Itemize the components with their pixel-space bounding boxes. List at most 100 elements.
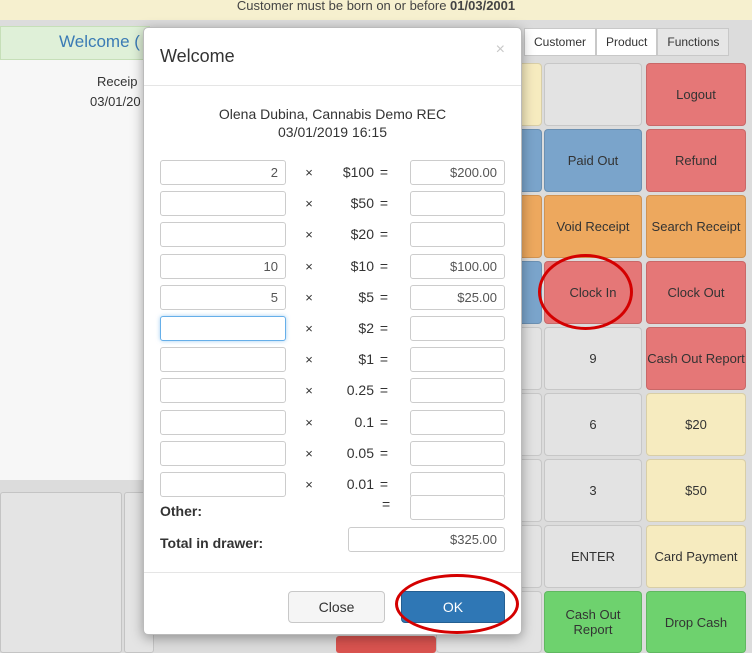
quantity-input[interactable]: 2 <box>160 160 286 185</box>
partial-red-tile[interactable] <box>336 636 436 653</box>
bottom-left-tile[interactable] <box>0 492 122 653</box>
equals-sign: = <box>379 288 389 305</box>
multiply-sign: × <box>305 165 313 180</box>
multiply-sign: × <box>305 414 313 430</box>
cash-50-button[interactable]: $50 <box>646 459 746 522</box>
key-9-button[interactable]: 9 <box>544 327 642 390</box>
receipt-label: Receip <box>97 74 138 89</box>
amount-field[interactable]: $25.00 <box>410 284 505 310</box>
tab-customer[interactable]: Customer <box>524 28 597 56</box>
denomination-row: × 0.25 = <box>144 378 521 404</box>
denomination-row: × $50 = <box>144 191 521 217</box>
multiply-sign: × <box>305 352 313 368</box>
tab-product[interactable]: Product <box>596 28 658 56</box>
denomination-row: × $20 = <box>144 222 521 248</box>
amount-field[interactable] <box>410 222 505 248</box>
age-restriction-banner: Customer must be born on or before 01/03… <box>0 0 752 20</box>
denomination-label: $2 <box>358 320 374 336</box>
close-button[interactable]: Close <box>288 591 385 623</box>
empty-tile[interactable] <box>544 63 642 126</box>
paid-out-button[interactable]: Paid Out <box>544 129 642 192</box>
equals-sign: = <box>379 164 389 180</box>
clock-out-button[interactable]: Clock Out <box>646 261 746 324</box>
annotation-circle-ok <box>395 574 519 634</box>
amount-field[interactable] <box>410 378 505 404</box>
equals-sign: = <box>382 496 391 512</box>
equals-sign: = <box>379 382 389 399</box>
denomination-label: $20 <box>350 226 374 243</box>
drop-cash-button[interactable]: Drop Cash <box>646 591 746 653</box>
modal-datetime: 03/01/2019 16:15 <box>278 124 387 140</box>
denomination-label: $5 <box>358 288 374 305</box>
denomination-row: 10 × $10 = $100.00 <box>144 253 521 279</box>
key-6-button[interactable]: 6 <box>544 393 642 456</box>
other-label: Other: <box>160 503 202 519</box>
cash-out-report-button-2[interactable]: Cash Out Report <box>544 591 642 653</box>
annotation-circle-clock-in <box>538 254 633 330</box>
search-receipt-button[interactable]: Search Receipt <box>646 195 746 258</box>
modal-header: Welcome × <box>144 28 521 86</box>
amount-field[interactable] <box>410 472 505 497</box>
welcome-text: Welcome ( <box>59 32 140 51</box>
denomination-label: $50 <box>350 195 374 212</box>
quantity-input[interactable] <box>160 440 286 466</box>
receipt-panel <box>0 60 150 480</box>
quantity-input[interactable]: 5 <box>160 284 286 310</box>
amount-field[interactable] <box>410 409 505 435</box>
refund-button[interactable]: Refund <box>646 129 746 192</box>
amount-field[interactable]: $100.00 <box>410 253 505 279</box>
amount-field[interactable] <box>410 347 505 373</box>
quantity-input[interactable] <box>160 472 286 497</box>
equals-sign: = <box>379 413 389 430</box>
quantity-input[interactable] <box>160 316 286 341</box>
quantity-input[interactable]: 10 <box>160 253 286 279</box>
denomination-label: $1 <box>358 351 374 368</box>
quantity-input[interactable] <box>160 191 286 217</box>
denomination-label: 0.25 <box>346 382 374 399</box>
denomination-row: 2 × $100 = $200.00 <box>144 160 521 185</box>
amount-field[interactable] <box>410 316 505 341</box>
cash-out-report-button[interactable]: Cash Out Report <box>646 327 746 390</box>
quantity-input[interactable] <box>160 222 286 248</box>
logout-button[interactable]: Logout <box>646 63 746 126</box>
user-store-line: Olena Dubina, Cannabis Demo REC <box>218 106 447 122</box>
quantity-input[interactable] <box>160 347 286 373</box>
multiply-sign: × <box>305 258 313 274</box>
equals-sign: = <box>379 476 389 492</box>
equals-sign: = <box>379 195 389 212</box>
amount-field[interactable]: $200.00 <box>410 160 505 185</box>
tab-functions[interactable]: Functions <box>657 28 730 56</box>
denomination-label: 0.1 <box>354 413 374 430</box>
close-icon[interactable]: × <box>496 41 505 59</box>
quantity-input[interactable] <box>160 378 286 404</box>
banner-text: Customer must be born on or before <box>236 0 451 13</box>
denomination-row: × $2 = <box>144 316 521 341</box>
amount-field[interactable] <box>410 440 505 466</box>
denomination-label: 0.01 <box>346 476 374 492</box>
void-receipt-button[interactable]: Void Receipt <box>544 195 642 258</box>
cash-20-button[interactable]: $20 <box>646 393 746 456</box>
equals-sign: = <box>379 320 389 336</box>
multiply-sign: × <box>305 289 313 305</box>
equals-sign: = <box>379 257 389 274</box>
card-payment-button[interactable]: Card Payment <box>646 525 746 588</box>
amount-field[interactable] <box>410 191 505 217</box>
multiply-sign: × <box>305 445 313 461</box>
denomination-label: 0.05 <box>346 444 374 461</box>
multiply-sign: × <box>305 383 313 399</box>
key-3-button[interactable]: 3 <box>544 459 642 522</box>
other-amount-input[interactable] <box>410 495 505 520</box>
denomination-row: 5 × $5 = $25.00 <box>144 284 521 310</box>
quantity-input[interactable] <box>160 409 286 435</box>
denomination-label: $10 <box>350 257 374 274</box>
equals-sign: = <box>379 226 389 243</box>
equals-sign: = <box>379 351 389 368</box>
receipt-date: 03/01/20 <box>90 94 141 109</box>
enter-button[interactable]: ENTER <box>544 525 642 588</box>
denomination-row: × 0.05 = <box>144 440 521 466</box>
total-label: Total in drawer: <box>160 535 264 551</box>
multiply-sign: × <box>305 477 313 492</box>
welcome-modal: Welcome × Olena Dubina, Cannabis Demo RE… <box>143 27 522 635</box>
equals-sign: = <box>379 444 389 461</box>
total-amount-field: $325.00 <box>348 527 505 552</box>
